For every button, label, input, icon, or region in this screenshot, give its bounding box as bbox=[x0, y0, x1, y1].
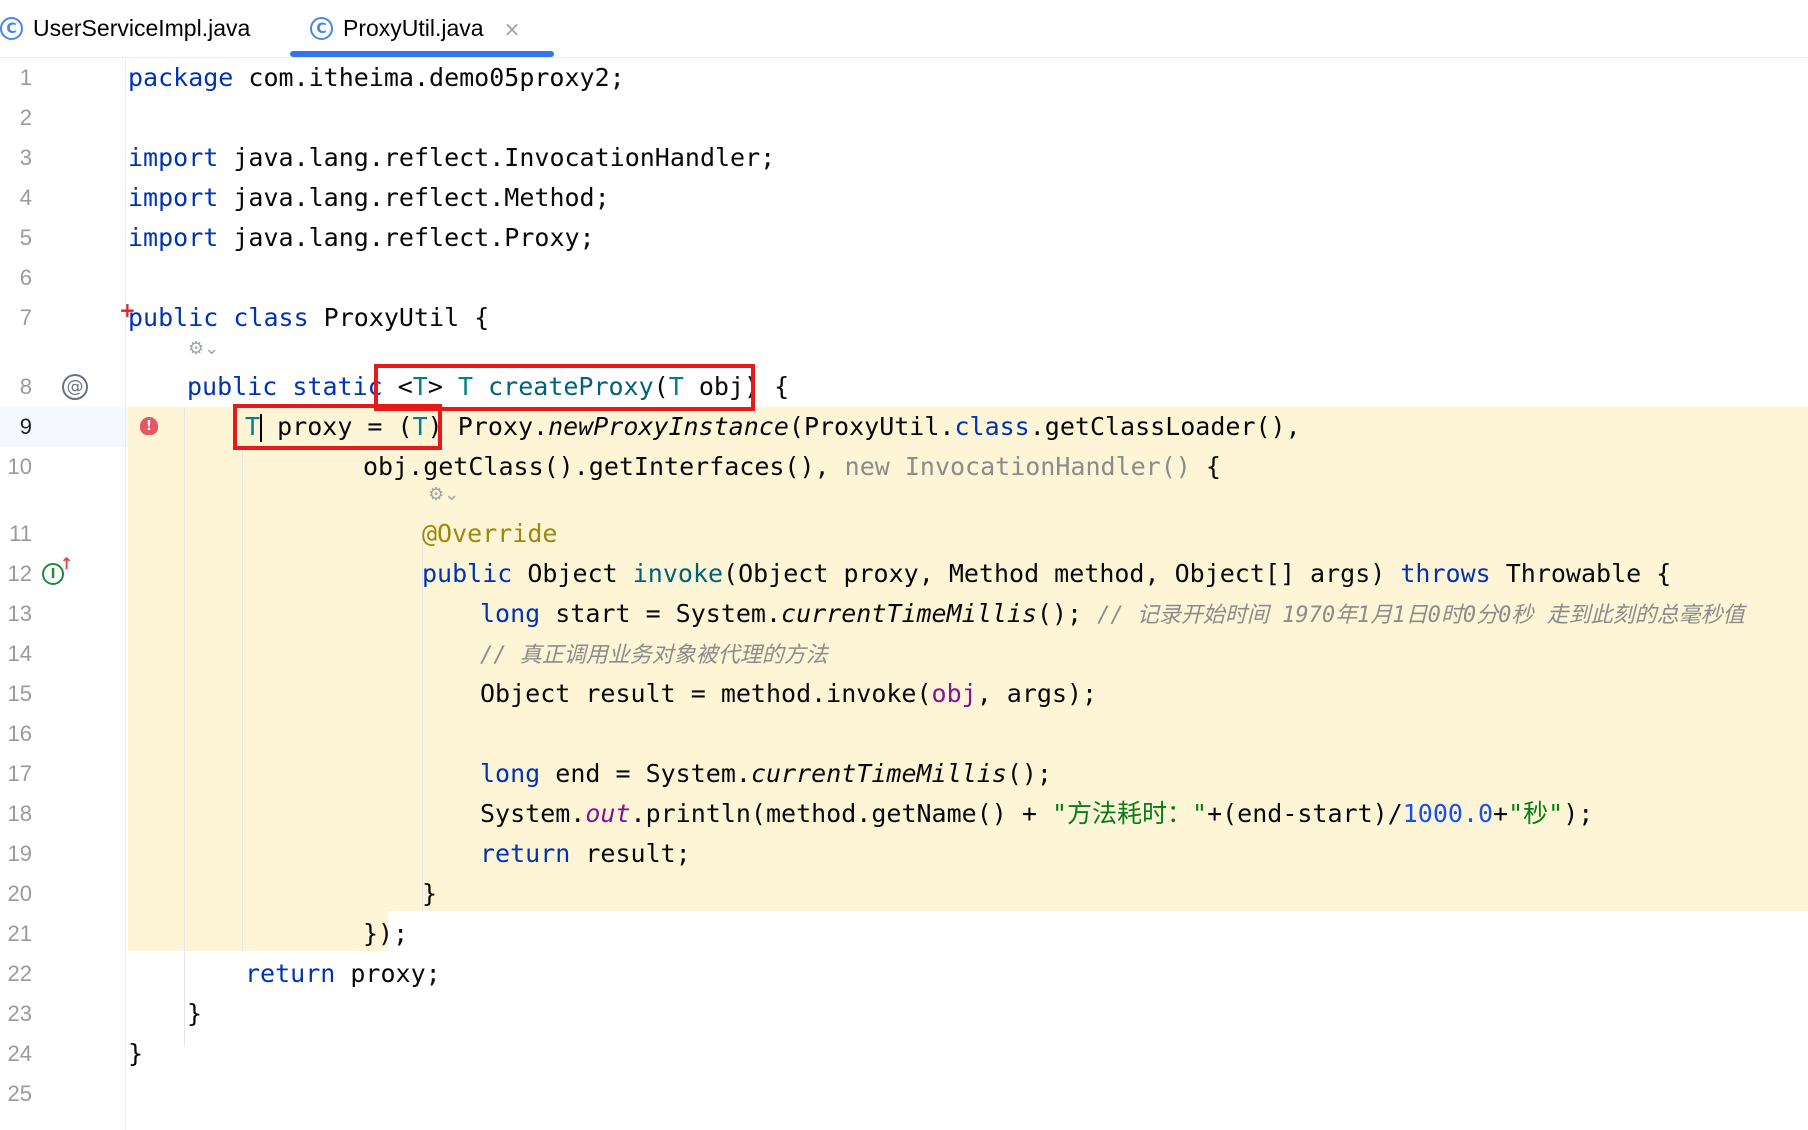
code-text: java.lang.reflect.Method; bbox=[218, 183, 610, 212]
keyword: public bbox=[128, 303, 219, 332]
code-text: { bbox=[459, 303, 490, 332]
code-line: long start = System.currentTimeMillis();… bbox=[0, 594, 1808, 634]
code-text: com.itheima.demo05proxy2; bbox=[233, 63, 625, 92]
code-line: }); bbox=[0, 914, 1808, 954]
code-text: } bbox=[422, 879, 438, 908]
code-text: java.lang.reflect.Proxy; bbox=[218, 223, 595, 252]
number-literal: 1000.0 bbox=[1402, 799, 1494, 828]
anonymous-class: new InvocationHandler() bbox=[844, 452, 1191, 481]
line-number: 16 bbox=[7, 721, 32, 746]
static-method: currentTimeMillis bbox=[750, 759, 1007, 788]
active-tab-indicator bbox=[290, 51, 555, 57]
code-text: (ProxyUtil. bbox=[788, 412, 955, 441]
code-text: , args); bbox=[976, 679, 1098, 708]
code-text: end = System. bbox=[540, 759, 751, 788]
code-text: + bbox=[1493, 799, 1509, 828]
keyword: import bbox=[128, 223, 219, 252]
code-line: } bbox=[0, 994, 1808, 1034]
code-line: import java.lang.reflect.Proxy; bbox=[0, 218, 1808, 258]
static-method: currentTimeMillis bbox=[781, 599, 1037, 628]
annotation: @Override bbox=[422, 519, 558, 548]
code-line: long end = System.currentTimeMillis(); bbox=[0, 754, 1808, 794]
code-text: Object bbox=[512, 559, 633, 588]
tab-label: ProxyUtil.java bbox=[343, 15, 484, 41]
code-text: (); bbox=[1006, 759, 1052, 788]
code-line: import java.lang.reflect.InvocationHandl… bbox=[0, 138, 1808, 178]
code-text: { bbox=[1190, 452, 1221, 481]
keyword: package bbox=[128, 63, 234, 92]
line-number: 2 bbox=[19, 105, 32, 130]
red-highlight-box bbox=[233, 404, 442, 450]
code-text: obj.getClass().getInterfaces(), bbox=[363, 452, 845, 481]
code-line: // 真正调用业务对象被代理的方法 bbox=[0, 634, 1808, 674]
code-line: } bbox=[0, 874, 1808, 914]
java-class-icon: C bbox=[310, 17, 333, 40]
code-text: } bbox=[187, 999, 203, 1028]
code-line: package com.itheima.demo05proxy2; bbox=[0, 58, 1808, 98]
code-line: @Override bbox=[0, 514, 1808, 554]
method-name: invoke bbox=[632, 559, 724, 588]
code-line: import java.lang.reflect.Method; bbox=[0, 178, 1808, 218]
keyword: return bbox=[480, 839, 571, 868]
code-line: public Object invoke(Object proxy, Metho… bbox=[0, 554, 1808, 594]
code-line: return proxy; bbox=[0, 954, 1808, 994]
captured-variable: obj bbox=[931, 679, 977, 708]
code-text: start = System. bbox=[540, 599, 782, 628]
comment: // 记录开始时间 1970年1月1日0时0分0秒 走到此刻的总毫秒值 bbox=[1097, 603, 1745, 628]
code-text: }); bbox=[363, 919, 409, 948]
code-line: public static <T> T createProxy(T obj) { bbox=[0, 367, 1808, 407]
code-text: Object result = method.invoke( bbox=[480, 679, 932, 708]
code-text: result; bbox=[570, 839, 691, 868]
code-text: +(end-start)/ bbox=[1207, 799, 1403, 828]
code-line: public class ProxyUtil { bbox=[0, 298, 1808, 338]
close-icon[interactable]: × bbox=[504, 17, 521, 41]
line-number: 25 bbox=[7, 1081, 32, 1106]
tab-proxyutil[interactable]: C ProxyUtil.java × bbox=[290, 0, 555, 57]
java-class-icon: C bbox=[0, 17, 23, 40]
tab-label: UserServiceImpl.java bbox=[33, 15, 251, 41]
keyword: class bbox=[954, 412, 1030, 441]
ai-hint-icon[interactable]: ⚙⌄ bbox=[188, 338, 219, 359]
tab-userserviceimpl[interactable]: C UserServiceImpl.java bbox=[0, 0, 250, 57]
code-line: } bbox=[0, 1034, 1808, 1074]
code-line: Object result = method.invoke(obj, args)… bbox=[0, 674, 1808, 714]
class-name: ProxyUtil bbox=[308, 303, 460, 332]
code-text: (Object proxy, Method method, Object[] a… bbox=[723, 559, 1401, 588]
string-literal: "秒" bbox=[1508, 799, 1564, 828]
keyword: import bbox=[128, 143, 219, 172]
code-line: System.out.println(method.getName() + "方… bbox=[0, 794, 1808, 834]
code-editor[interactable]: 1 2 3 4 5 6 7 8 9 10 11 12 13 14 15 16 1… bbox=[0, 58, 1808, 1130]
line-number: 6 bbox=[19, 265, 32, 290]
code-text: ); bbox=[1563, 799, 1594, 828]
code-text: Throwable { bbox=[1490, 559, 1672, 588]
code-text: System. bbox=[480, 799, 586, 828]
comment: // 真正调用业务对象被代理的方法 bbox=[480, 643, 828, 668]
editor-tab-bar: C UserServiceImpl.java C ProxyUtil.java … bbox=[0, 0, 1808, 58]
code-text: java.lang.reflect.InvocationHandler; bbox=[218, 143, 776, 172]
code-text: } bbox=[128, 1039, 144, 1068]
code-text: (); bbox=[1036, 599, 1098, 628]
keyword: import bbox=[128, 183, 219, 212]
code-text: .getClassLoader(), bbox=[1029, 412, 1301, 441]
keyword: class bbox=[218, 303, 309, 332]
code-text: Proxy. bbox=[442, 412, 549, 441]
code-text: { bbox=[759, 372, 790, 401]
keyword: public bbox=[187, 372, 278, 401]
ai-hint-icon[interactable]: ⚙⌄ bbox=[428, 484, 459, 505]
code-line: return result; bbox=[0, 834, 1808, 874]
keyword: static bbox=[277, 372, 383, 401]
keyword: public bbox=[422, 559, 513, 588]
static-field: out bbox=[585, 799, 631, 828]
code-text: .println(method.getName() + bbox=[630, 799, 1052, 828]
static-method: newProxyInstance bbox=[548, 412, 789, 441]
keyword: long bbox=[480, 759, 541, 788]
keyword: long bbox=[480, 599, 541, 628]
code-line: obj.getClass().getInterfaces(), new Invo… bbox=[0, 447, 1808, 487]
code-text: proxy; bbox=[335, 959, 441, 988]
keyword: throws bbox=[1400, 559, 1491, 588]
keyword: return bbox=[245, 959, 336, 988]
string-literal: "方法耗时：" bbox=[1051, 799, 1208, 828]
